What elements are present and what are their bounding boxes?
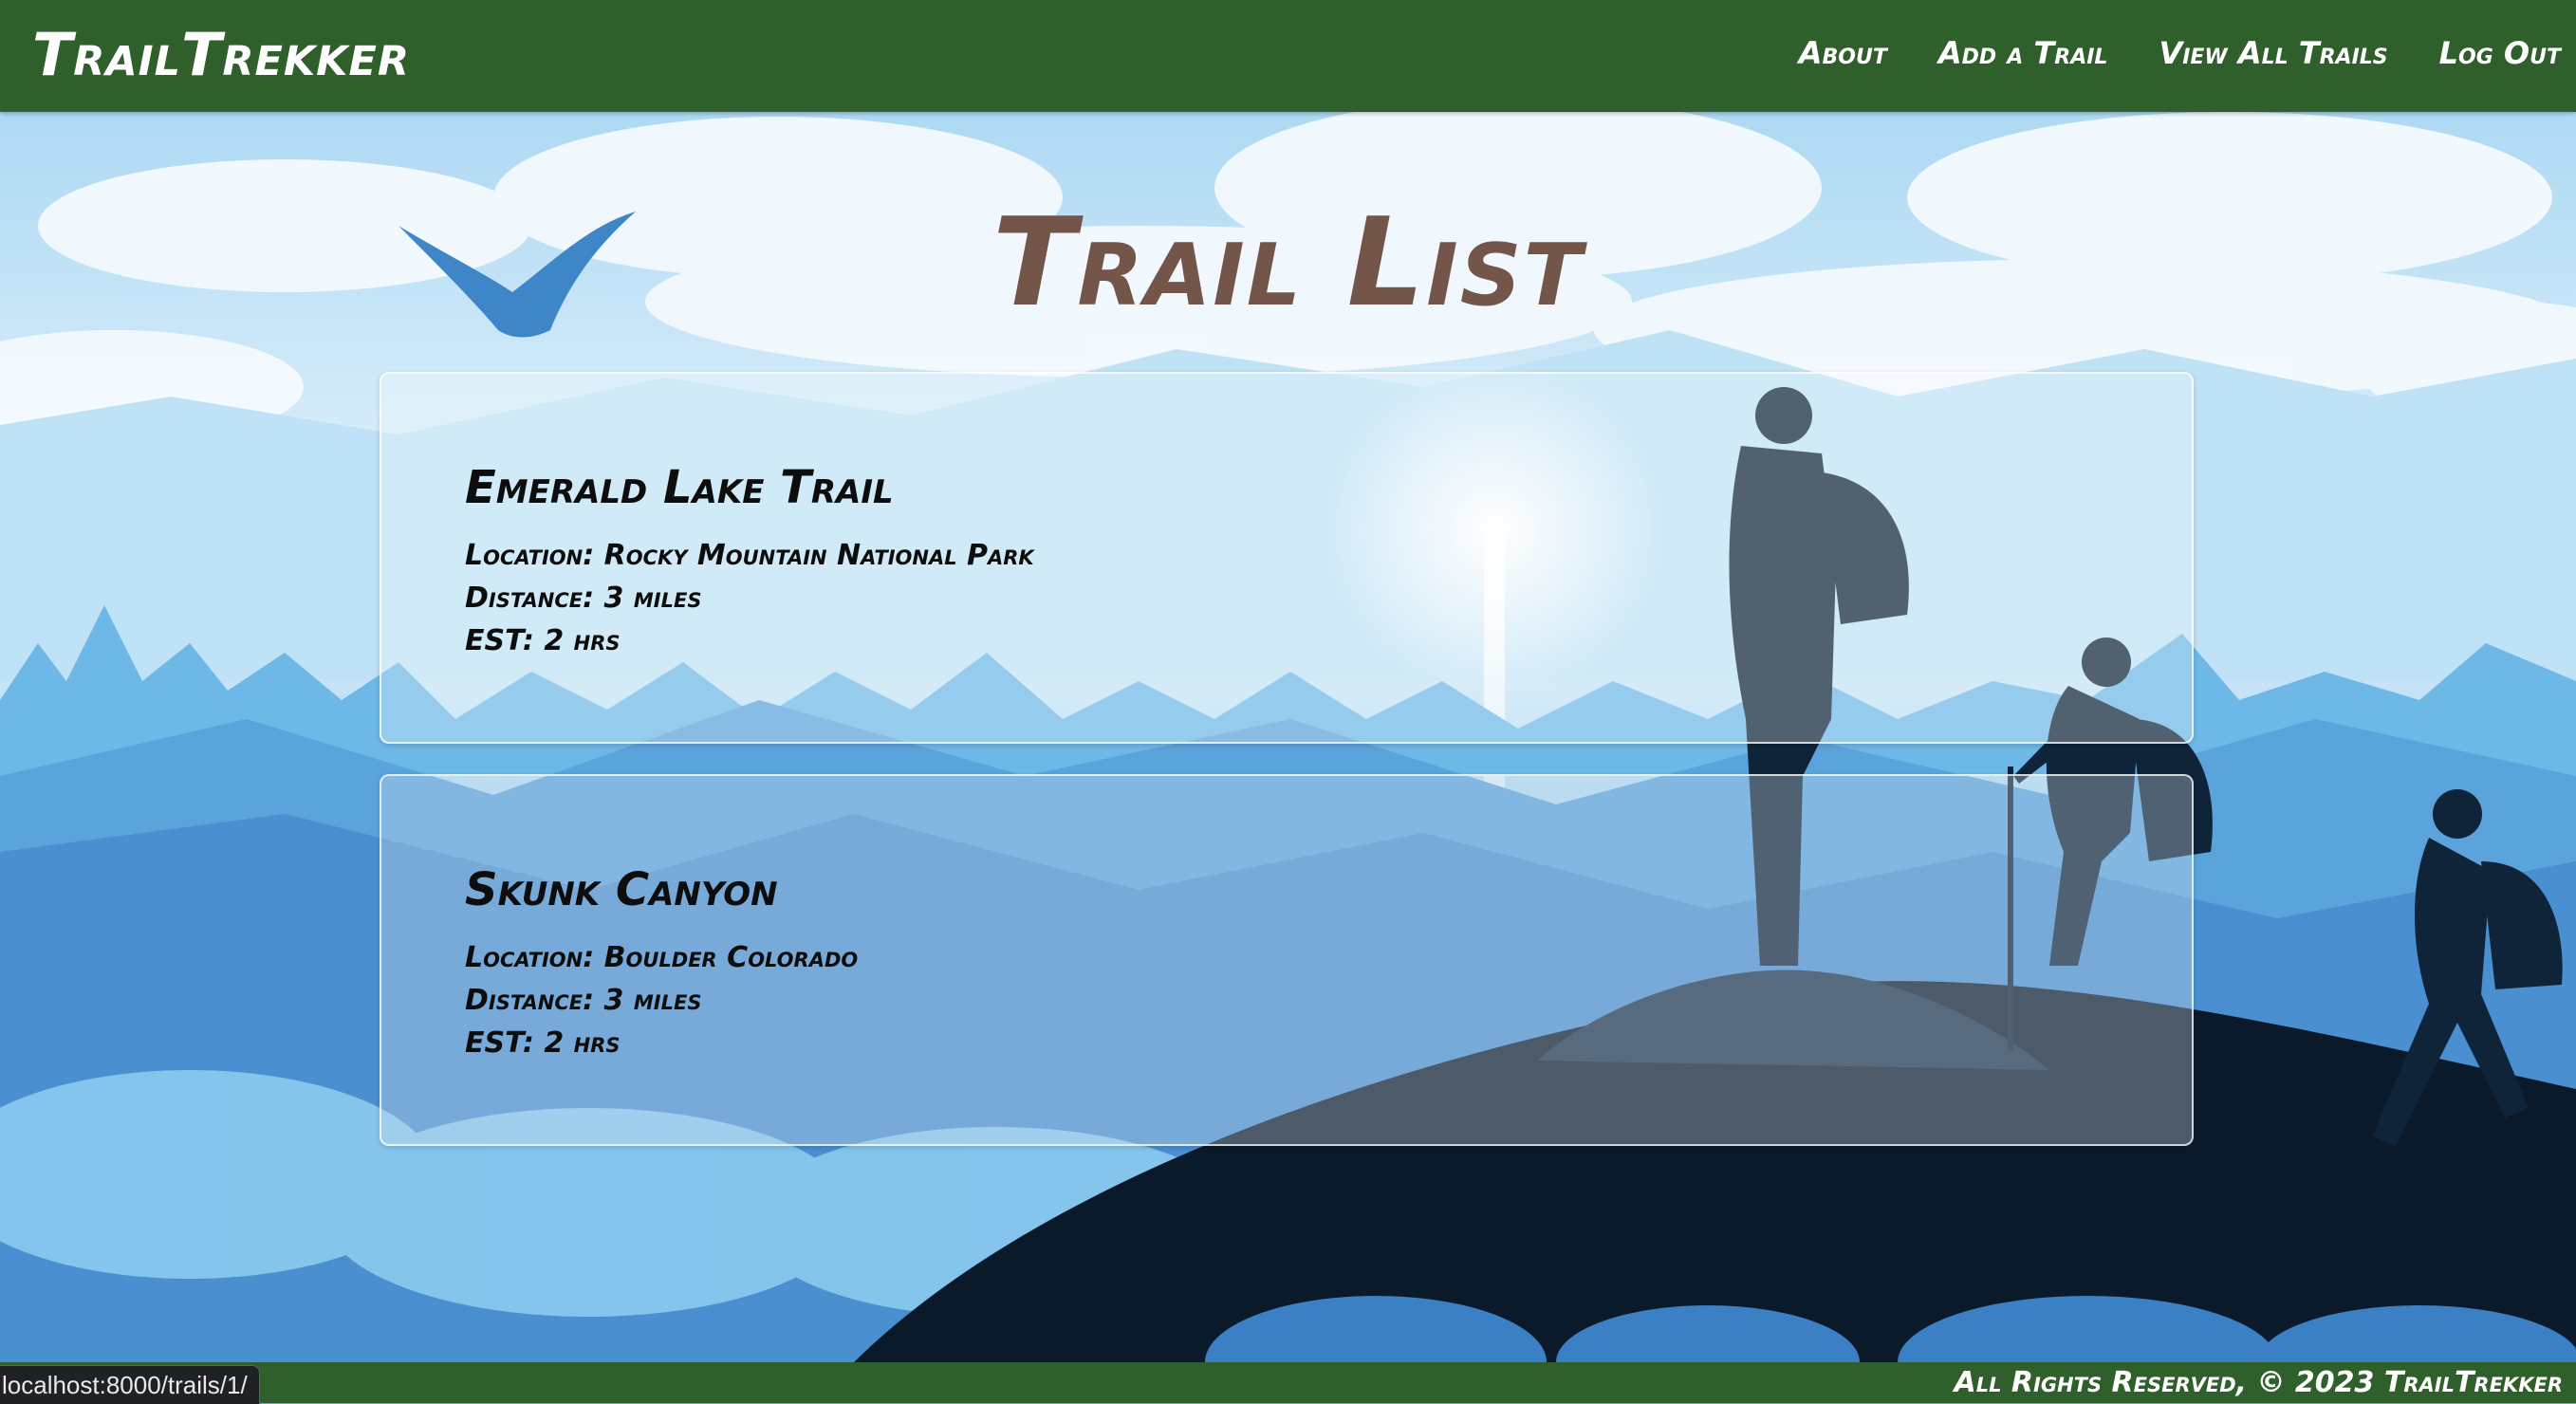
page-footer: All Rights Reserved, © 2023 TrailTrekker — [0, 1362, 2576, 1403]
trail-location: Location: Rocky Mountain National Park — [465, 539, 1034, 572]
nav-link-add-trail[interactable]: Add a Trail — [1938, 35, 2108, 71]
trail-distance: Distance: 3 miles — [465, 582, 702, 615]
trail-estimated-time: EST: 2 hrs — [465, 1026, 621, 1060]
trail-card[interactable]: Emerald Lake Trail Location: Rocky Mount… — [380, 372, 2194, 744]
nav-link-view-all-trails[interactable]: View All Trails — [2159, 35, 2387, 71]
nav-link-log-out[interactable]: Log Out — [2439, 35, 2561, 71]
trail-estimated-time: EST: 2 hrs — [465, 624, 621, 657]
trail-name[interactable]: Emerald Lake Trail — [465, 459, 894, 516]
brand-logo-link[interactable]: TrailTrekker — [32, 19, 410, 91]
trail-card[interactable]: Skunk Canyon Location: Boulder Colorado … — [380, 774, 2194, 1146]
browser-status-url: localhost:8000/trails/1/ — [0, 1365, 260, 1404]
nav-link-about[interactable]: About — [1799, 35, 1887, 71]
top-navbar: TrailTrekker About Add a Trail View All … — [0, 0, 2576, 112]
trail-distance: Distance: 3 miles — [465, 984, 702, 1017]
page-title: Trail List — [992, 193, 1584, 334]
trail-location: Location: Boulder Colorado — [465, 941, 859, 974]
trail-name[interactable]: Skunk Canyon — [465, 861, 778, 918]
nav-links: About Add a Trail View All Trails Log Ou… — [1799, 27, 2561, 80]
footer-copyright: All Rights Reserved, © 2023 TrailTrekker — [1954, 1366, 2563, 1399]
